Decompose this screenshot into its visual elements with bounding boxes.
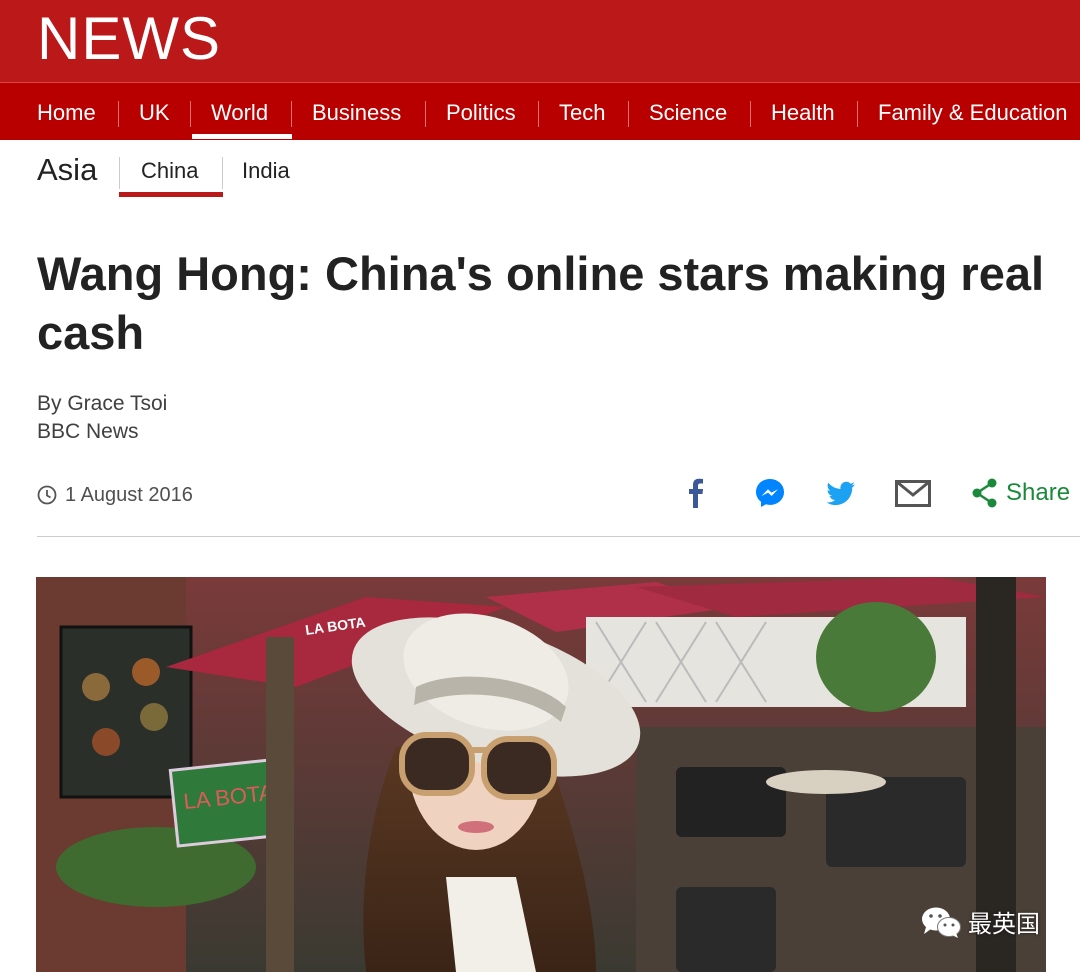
author-name: By Grace Tsoi xyxy=(37,392,168,415)
facebook-icon[interactable] xyxy=(684,476,708,510)
nav-item-business[interactable]: Business xyxy=(312,83,401,140)
nav-item-science[interactable]: Science xyxy=(649,83,727,140)
nav-separator xyxy=(538,101,539,127)
nav-separator xyxy=(628,101,629,127)
nav-separator xyxy=(425,101,426,127)
divider xyxy=(37,536,1080,537)
subnav-separator xyxy=(119,157,120,189)
timestamp: 1 August 2016 xyxy=(37,480,193,510)
subnav-active-indicator xyxy=(119,192,223,197)
clock-icon xyxy=(37,485,57,505)
email-icon[interactable] xyxy=(894,476,932,510)
section-subnav: Asia China India xyxy=(0,140,1080,200)
article-hero-image: LA BOTA LA BOTA xyxy=(36,577,1046,972)
wechat-icon xyxy=(922,907,961,938)
masthead: NEWS xyxy=(0,0,1080,82)
subnav-separator xyxy=(222,157,223,189)
nav-item-health[interactable]: Health xyxy=(771,83,835,140)
publish-date: 1 August 2016 xyxy=(65,483,193,506)
nav-item-politics[interactable]: Politics xyxy=(446,83,516,140)
subnav-item-china[interactable]: China xyxy=(141,158,198,184)
news-logo[interactable]: NEWS xyxy=(37,4,221,74)
nav-item-tech[interactable]: Tech xyxy=(559,83,605,140)
twitter-icon[interactable] xyxy=(824,476,858,510)
subnav-item-india[interactable]: India xyxy=(242,158,290,184)
wechat-watermark: 最英国 xyxy=(920,904,1040,939)
author-source: BBC News xyxy=(37,420,139,443)
nav-separator xyxy=(291,101,292,127)
share-icon[interactable] xyxy=(970,476,1000,510)
nav-item-uk[interactable]: UK xyxy=(139,83,170,140)
byline: By Grace Tsoi BBC News xyxy=(37,390,167,446)
nav-separator xyxy=(857,101,858,127)
main-nav: Home UK World Business Politics Tech Sci… xyxy=(0,82,1080,140)
nav-separator xyxy=(118,101,119,127)
nav-separator xyxy=(190,101,191,127)
nav-item-world[interactable]: World xyxy=(211,83,268,140)
nav-active-indicator xyxy=(192,134,292,139)
photo-scene: LA BOTA LA BOTA xyxy=(36,577,1046,972)
section-title[interactable]: Asia xyxy=(37,152,97,188)
share-button-label[interactable]: Share xyxy=(1006,479,1070,507)
nav-separator xyxy=(750,101,751,127)
messenger-icon[interactable] xyxy=(753,476,787,510)
watermark-text: 最英国 xyxy=(968,911,1040,938)
article-headline: Wang Hong: China's online stars making r… xyxy=(37,247,1045,359)
nav-item-home[interactable]: Home xyxy=(37,83,96,140)
nav-item-family-education[interactable]: Family & Education xyxy=(878,83,1068,140)
